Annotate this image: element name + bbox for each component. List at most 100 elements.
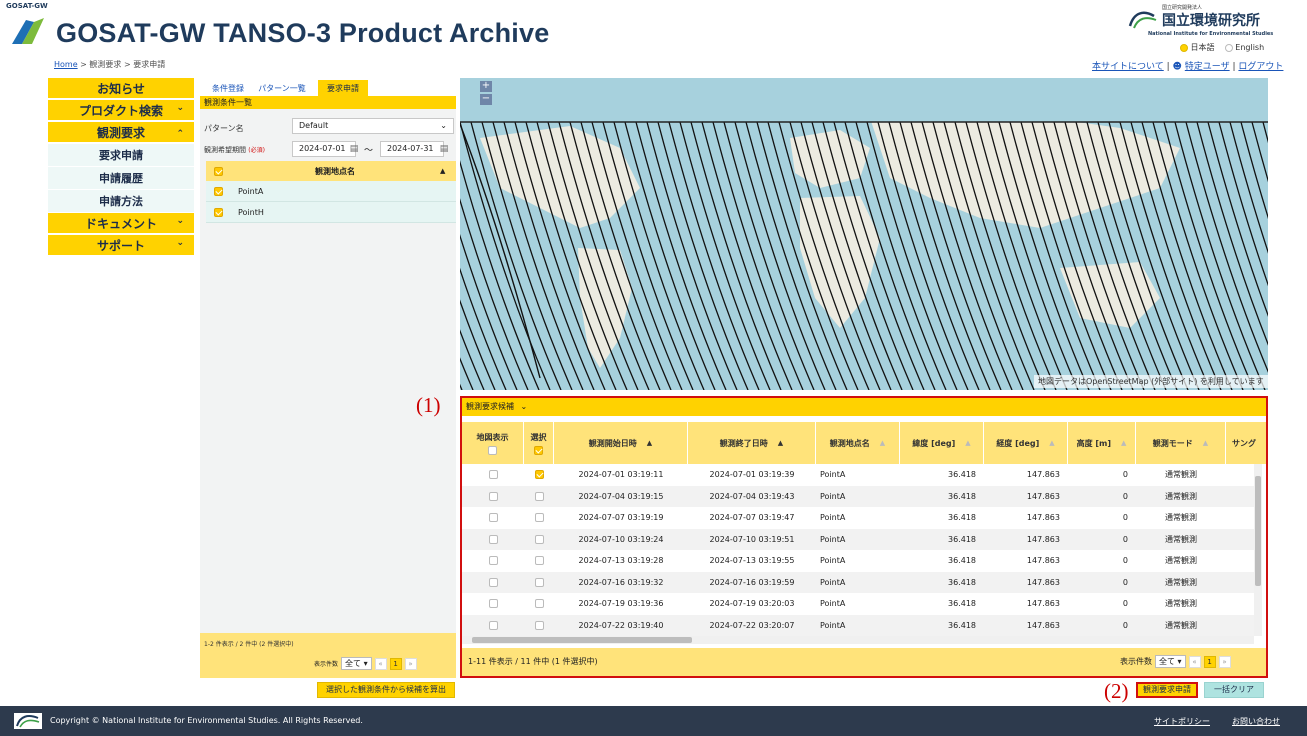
sort-up-icon: ▲ <box>965 439 971 447</box>
per-page-select[interactable]: 全て ▾ <box>1155 655 1186 668</box>
page-first-button[interactable]: « <box>374 657 387 670</box>
column-longitude[interactable]: 経度 [deg] ▲ <box>984 422 1068 464</box>
scrollbar-thumb[interactable] <box>472 637 692 643</box>
contact-link[interactable]: お問い合わせ <box>1232 716 1280 727</box>
select-all-checkbox[interactable] <box>534 445 543 455</box>
column-select[interactable]: 選択 <box>524 422 554 464</box>
submit-request-button[interactable]: 観測要求申請 <box>1136 682 1198 698</box>
table-row[interactable]: 2024-07-19 03:19:36 2024-07-19 03:20:03 Po… <box>462 593 1254 614</box>
select-checkbox[interactable] <box>534 513 544 522</box>
map-display-checkbox[interactable] <box>488 556 498 565</box>
point-row[interactable]: PointA <box>206 181 456 202</box>
select-checkbox[interactable] <box>534 599 544 608</box>
table-row[interactable]: 2024-07-04 03:19:15 2024-07-04 03:19:43 Po… <box>462 485 1254 507</box>
per-page-select[interactable]: 全て ▾ <box>341 657 372 670</box>
lang-radio-en[interactable] <box>1224 43 1233 52</box>
column-map-display[interactable]: 地図表示 <box>462 422 524 464</box>
sidebar-subitem-request[interactable]: 要求申請 <box>48 144 194 166</box>
column-sun-glint[interactable]: サング <box>1226 422 1266 464</box>
column-end-time[interactable]: 観測終了日時 ▲ <box>688 422 816 464</box>
calendar-icon[interactable]: ▤ <box>348 141 360 157</box>
date-to-input[interactable]: 2024-07-31 <box>380 141 444 157</box>
select-checkbox[interactable] <box>534 577 544 587</box>
tab-pattern-list[interactable]: パターン一覧 <box>252 80 312 96</box>
date-from-input[interactable]: 2024-07-01 <box>292 141 356 157</box>
cell-end-time: 2024-07-07 03:19:47 <box>709 513 795 522</box>
sidebar-item-support[interactable]: サポート ⌄ <box>48 235 194 255</box>
point-table-header: 観測地点名 ▲ <box>206 161 456 181</box>
cell-map-display <box>462 486 524 507</box>
page-first-button[interactable]: « <box>1188 655 1201 668</box>
zoom-out-button[interactable]: − <box>480 94 492 105</box>
table-row[interactable]: 2024-07-10 03:19:24 2024-07-10 03:19:51 Po… <box>462 528 1254 550</box>
select-all-checkbox[interactable] <box>213 166 223 176</box>
scrollbar-thumb[interactable] <box>1255 476 1261 586</box>
select-checkbox[interactable] <box>534 556 544 565</box>
clear-all-button[interactable]: 一括クリア <box>1204 682 1264 698</box>
lang-radio-ja[interactable] <box>1180 43 1188 52</box>
pattern-label: パターン名 <box>204 124 244 133</box>
cell-mode: 通常観測 <box>1165 491 1197 501</box>
table-row[interactable]: 2024-07-22 03:19:40 2024-07-22 03:20:07 Po… <box>462 614 1254 636</box>
page-number-button[interactable]: 1 <box>389 657 402 670</box>
pattern-select[interactable]: Default ⌄ <box>292 118 454 134</box>
logout-link[interactable]: ログアウト <box>1238 62 1283 72</box>
page-last-button[interactable]: » <box>404 657 417 670</box>
row-checkbox[interactable] <box>213 207 223 217</box>
select-checkbox[interactable] <box>534 491 544 501</box>
user-link[interactable]: 特定ユーザ <box>1185 62 1230 72</box>
point-row[interactable]: PointH <box>206 202 456 223</box>
about-link[interactable]: 本サイトについて <box>1092 62 1164 72</box>
map-display-checkbox[interactable] <box>488 513 498 522</box>
zoom-in-button[interactable]: + <box>480 81 492 92</box>
column-altitude[interactable]: 高度 [m] ▲ <box>1068 422 1136 464</box>
column-point-name[interactable]: 観測地点名 ▲ <box>816 422 900 464</box>
column-label: サング <box>1232 438 1256 448</box>
map[interactable] <box>460 78 1268 390</box>
sidebar-item-observation-request[interactable]: 観測要求 ⌃ <box>48 122 194 142</box>
row-checkbox[interactable] <box>213 186 223 196</box>
column-start-time[interactable]: 観測開始日時 ▲ <box>554 422 688 464</box>
map-display-checkbox[interactable] <box>488 491 498 501</box>
sidebar-item-documents[interactable]: ドキュメント ⌄ <box>48 213 194 233</box>
horizontal-scrollbar[interactable] <box>462 636 1254 644</box>
breadcrumb-home-link[interactable]: Home <box>54 60 78 69</box>
calculate-candidates-button[interactable]: 選択した観測条件から候補を算出 <box>317 682 455 698</box>
map-attribution: 地図データはOpenStreetMap (外部サイト) を利用しています <box>1034 375 1268 388</box>
select-all-checkbox-cell[interactable] <box>206 166 230 176</box>
map-display-checkbox[interactable] <box>488 470 498 479</box>
select-checkbox[interactable] <box>534 470 544 479</box>
tab-condition-register[interactable]: 条件登録 <box>208 80 248 96</box>
select-checkbox[interactable] <box>534 534 544 544</box>
table-row[interactable]: 2024-07-16 03:19:32 2024-07-16 03:19:59 Po… <box>462 571 1254 593</box>
column-mode[interactable]: 観測モード ▲ <box>1136 422 1226 464</box>
lang-label-en[interactable]: English <box>1235 43 1264 52</box>
page-number-button[interactable]: 1 <box>1203 655 1216 668</box>
site-policy-link[interactable]: サイトポリシー <box>1154 716 1210 727</box>
sidebar-subitem-history[interactable]: 申請履歴 <box>48 167 194 189</box>
results-header[interactable]: 観測要求候補 ⌄ <box>462 398 1266 416</box>
table-row[interactable]: 2024-07-07 03:19:19 2024-07-07 03:19:47 Po… <box>462 507 1254 528</box>
cell-map-display <box>462 529 524 550</box>
map-display-checkbox[interactable] <box>488 577 498 587</box>
table-row[interactable]: 2024-07-13 03:19:28 2024-07-13 03:19:55 Po… <box>462 550 1254 571</box>
map-display-checkbox[interactable] <box>488 599 498 608</box>
map-display-checkbox[interactable] <box>488 620 498 630</box>
lang-label-ja[interactable]: 日本語 <box>1191 43 1215 52</box>
table-row[interactable]: 2024-07-01 03:19:11 2024-07-01 03:19:39 Po… <box>462 464 1254 485</box>
map-display-checkbox[interactable] <box>488 534 498 544</box>
cell-end-time: 2024-07-22 03:20:07 <box>709 620 795 630</box>
vertical-scrollbar[interactable] <box>1254 464 1262 636</box>
sidebar-item-product-search[interactable]: プロダクト検索 ⌄ <box>48 100 194 120</box>
map-display-all-checkbox[interactable] <box>488 445 497 455</box>
sidebar-item-news[interactable]: お知らせ <box>48 78 194 98</box>
column-point-name[interactable]: 観測地点名 <box>230 166 440 177</box>
results-pager: 表示件数 全て ▾ « 1 » <box>1120 655 1231 668</box>
select-checkbox[interactable] <box>534 620 544 630</box>
column-latitude[interactable]: 緯度 [deg] ▲ <box>900 422 984 464</box>
calendar-icon[interactable]: ▤ <box>438 141 450 157</box>
tab-request[interactable]: 要求申請 <box>318 80 368 96</box>
page-last-button[interactable]: » <box>1218 655 1231 668</box>
sort-up-icon[interactable]: ▲ <box>440 167 456 175</box>
sidebar-subitem-method[interactable]: 申請方法 <box>48 190 194 212</box>
